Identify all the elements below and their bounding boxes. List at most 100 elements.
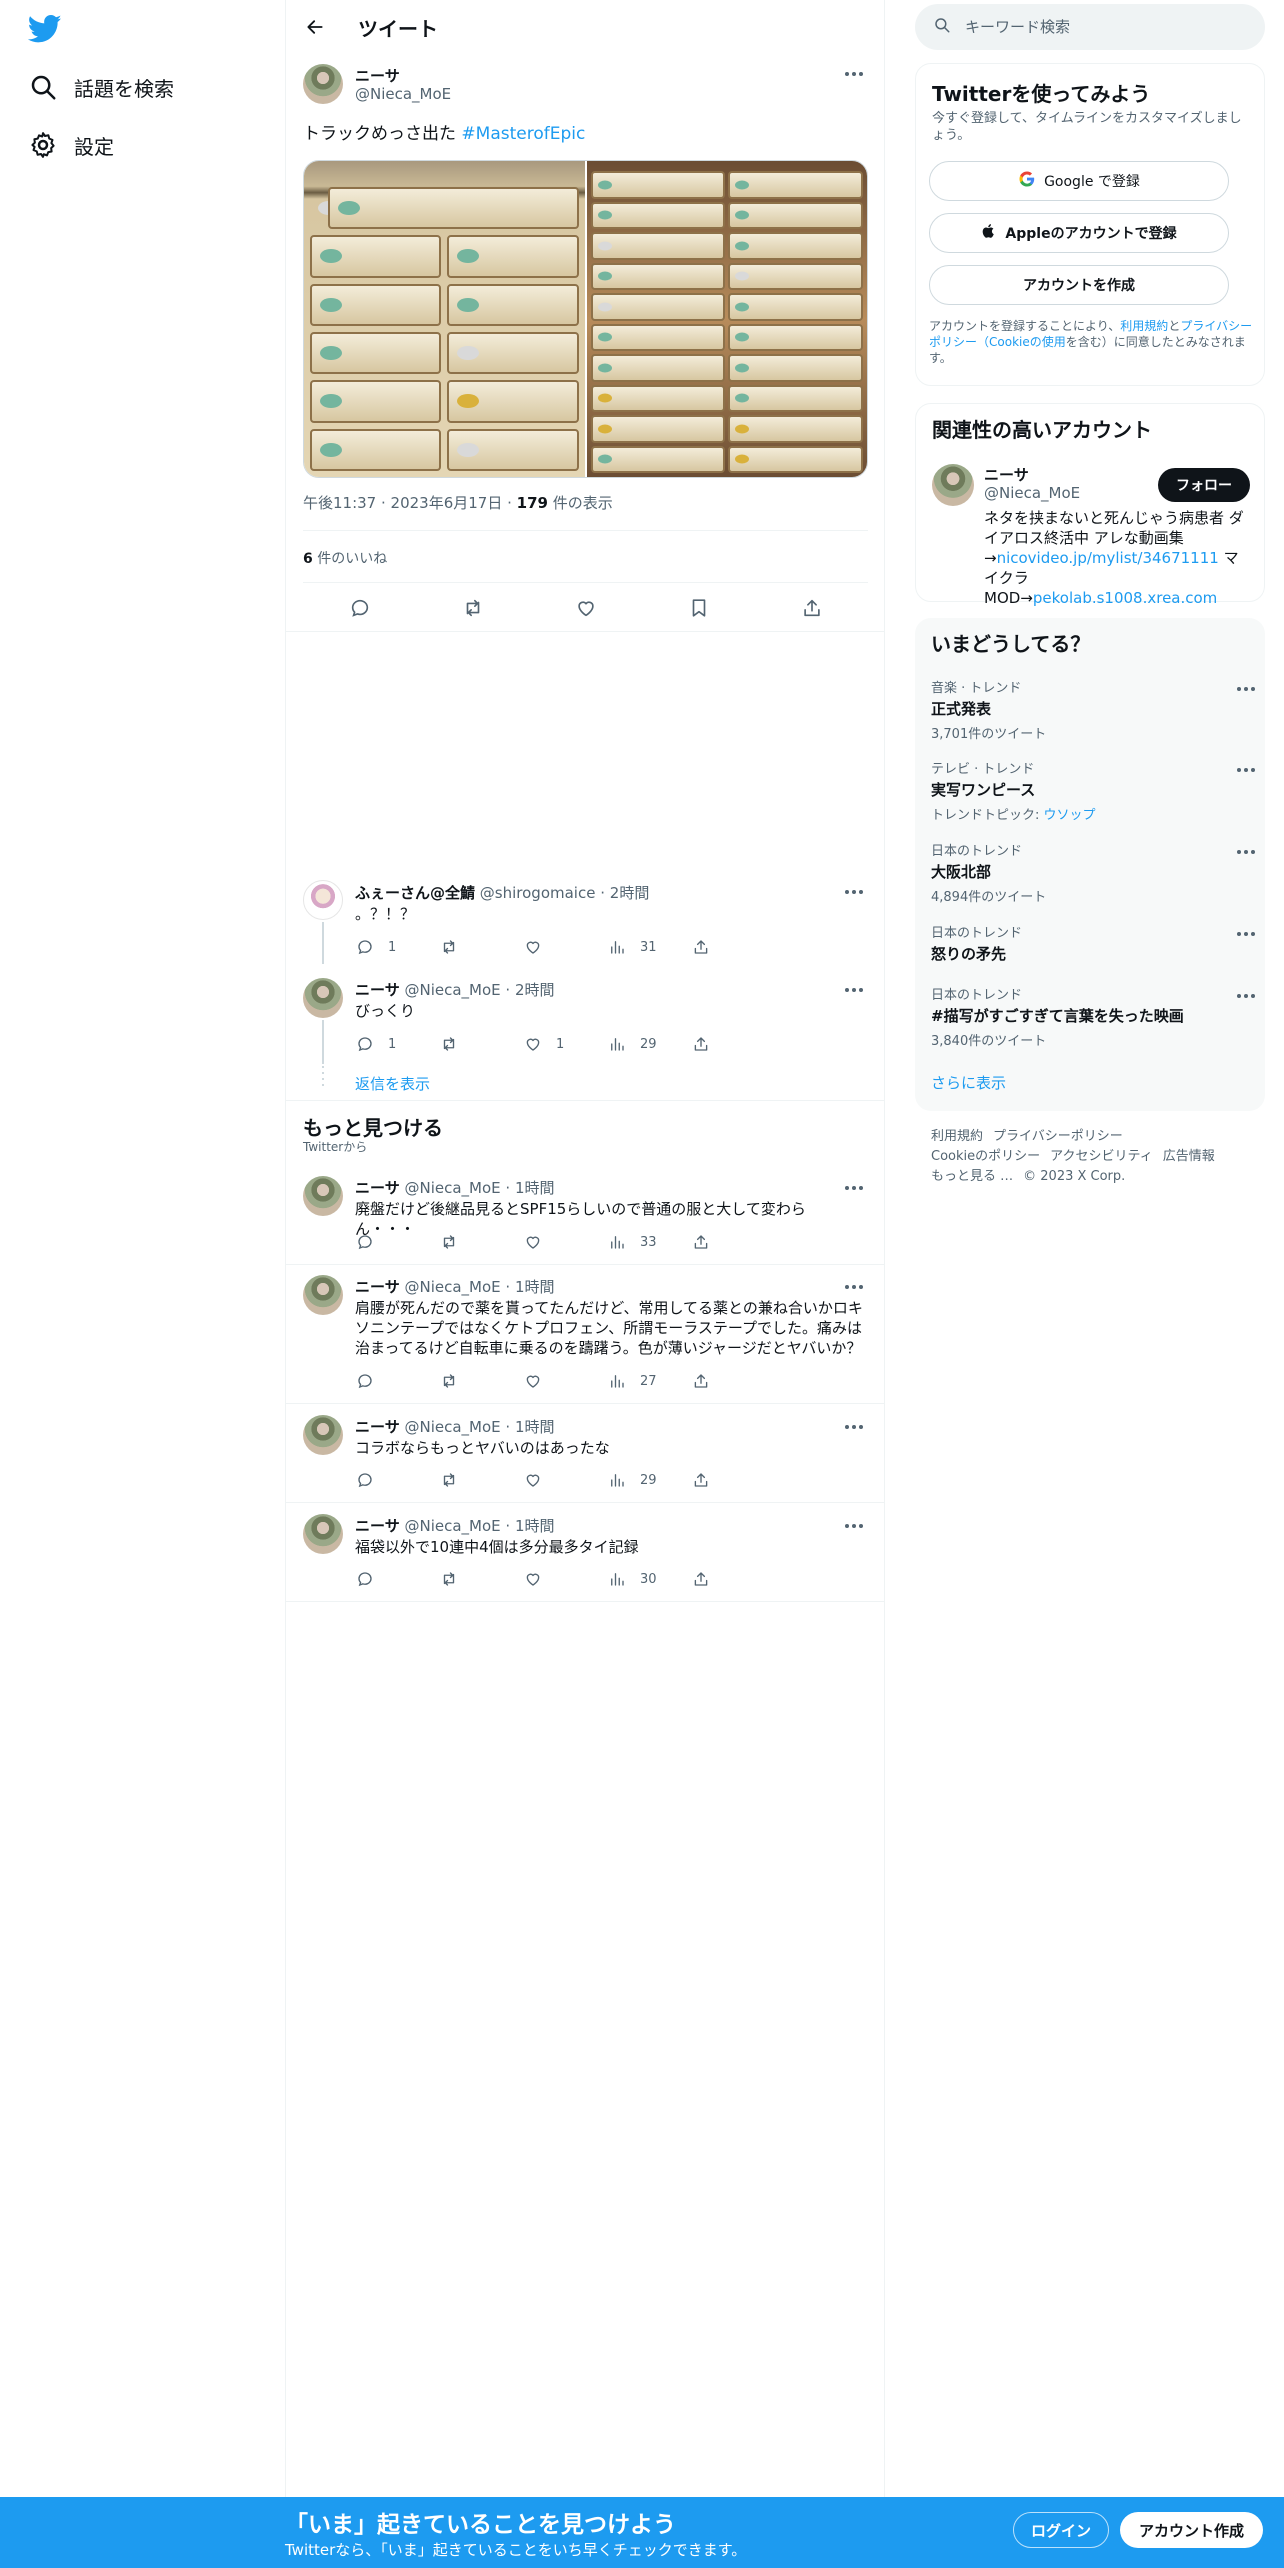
share-icon[interactable] xyxy=(795,591,829,625)
more-options-icon[interactable] xyxy=(839,1417,869,1437)
reply-button[interactable] xyxy=(346,1467,430,1493)
reply-button[interactable]: 1 xyxy=(346,934,430,960)
bio-link[interactable]: nicovideo.jp/mylist/34671111 xyxy=(997,549,1219,567)
avatar[interactable] xyxy=(303,1514,343,1554)
retweet-button[interactable] xyxy=(430,1467,514,1493)
tweet-author-handle[interactable]: @Nieca_MoE xyxy=(404,1278,500,1296)
tweet-date[interactable]: 2023年6月17日 xyxy=(391,494,503,512)
share-button[interactable] xyxy=(682,1229,766,1255)
more-options-icon[interactable] xyxy=(1231,924,1261,944)
views-button[interactable]: 29 xyxy=(598,1031,682,1057)
more-options-icon[interactable] xyxy=(839,882,869,902)
author-name[interactable]: ニーサ xyxy=(355,65,400,86)
like-button[interactable] xyxy=(514,1229,598,1255)
google-signup-button[interactable]: Google で登録 xyxy=(929,161,1229,201)
avatar[interactable] xyxy=(303,1275,343,1315)
avatar[interactable] xyxy=(303,1415,343,1455)
retweet-button[interactable] xyxy=(430,934,514,960)
hashtag-link[interactable]: #MasterofEpic xyxy=(461,124,585,144)
views-button[interactable]: 33 xyxy=(598,1229,682,1255)
nav-settings[interactable]: 設定 xyxy=(28,125,114,165)
show-more-link[interactable]: さらに表示 xyxy=(931,1072,1006,1093)
avatar[interactable] xyxy=(303,880,343,920)
reply-button[interactable]: 1 xyxy=(346,1031,430,1057)
like-button[interactable]: 1 xyxy=(514,1031,598,1057)
author-handle[interactable]: @Nieca_MoE xyxy=(355,85,451,103)
footer-link[interactable]: アクセシビリティ xyxy=(1050,1149,1153,1164)
media-image-1[interactable] xyxy=(304,161,585,477)
media-image-2[interactable] xyxy=(586,161,867,477)
tweet-author-name[interactable]: ニーサ xyxy=(355,1418,400,1436)
more-options-icon[interactable] xyxy=(839,1516,869,1536)
apple-signup-button[interactable]: Appleのアカウントで登録 xyxy=(929,213,1229,253)
more-options-icon[interactable] xyxy=(839,64,869,84)
views-button[interactable]: 30 xyxy=(598,1566,682,1592)
follow-button[interactable]: フォロー xyxy=(1158,468,1250,502)
tweet-time[interactable]: 1時間 xyxy=(515,1278,555,1296)
more-options-icon[interactable] xyxy=(839,1178,869,1198)
footer-link[interactable]: プライバシーポリシー xyxy=(993,1129,1123,1144)
more-options-icon[interactable] xyxy=(839,980,869,1000)
related-name[interactable]: ニーサ xyxy=(984,464,1029,485)
retweet-button[interactable] xyxy=(430,1031,514,1057)
more-options-icon[interactable] xyxy=(1231,760,1261,780)
trend-topic-link[interactable]: ウソップ xyxy=(1044,808,1096,823)
like-button[interactable] xyxy=(514,1566,598,1592)
tweet-time[interactable]: 午後11:37 xyxy=(303,494,376,512)
nav-explore[interactable]: 話題を検索 xyxy=(28,67,174,107)
tweet-media[interactable] xyxy=(303,160,868,478)
avatar[interactable] xyxy=(932,464,974,506)
reply-time[interactable]: 2時間 xyxy=(515,981,555,999)
reply-author-name[interactable]: ニーサ xyxy=(355,981,400,999)
reply-button[interactable] xyxy=(346,1368,430,1394)
tweet-author-handle[interactable]: @Nieca_MoE xyxy=(404,1517,500,1535)
more-options-icon[interactable] xyxy=(1231,679,1261,699)
search-input[interactable] xyxy=(965,18,1245,36)
login-button[interactable]: ログイン xyxy=(1013,2512,1109,2548)
trend-item[interactable]: テレビ · トレンド 実写ワンピース トレンドトピック: ウソップ xyxy=(931,758,1255,823)
reply-author-handle[interactable]: @Nieca_MoE xyxy=(404,981,500,999)
search-box[interactable] xyxy=(915,4,1265,50)
related-handle[interactable]: @Nieca_MoE xyxy=(984,484,1080,502)
bookmark-icon[interactable] xyxy=(682,591,716,625)
share-button[interactable] xyxy=(682,1031,766,1057)
reply-button[interactable] xyxy=(346,1566,430,1592)
signup-button[interactable]: アカウント作成 xyxy=(1120,2512,1263,2548)
footer-link[interactable]: 広告情報 xyxy=(1163,1149,1215,1164)
avatar[interactable] xyxy=(303,1176,343,1216)
footer-link[interactable]: Cookieのポリシー xyxy=(931,1149,1040,1164)
trend-item[interactable]: 音楽 · トレンド 正式発表 3,701件のツイート xyxy=(931,677,1255,742)
likes-line[interactable]: 6 件のいいね xyxy=(303,548,387,568)
share-button[interactable] xyxy=(682,1566,766,1592)
more-options-icon[interactable] xyxy=(1231,842,1261,862)
reply-author-handle[interactable]: @shirogomaice xyxy=(480,884,596,902)
share-button[interactable] xyxy=(682,1368,766,1394)
create-account-button[interactable]: アカウントを作成 xyxy=(929,265,1229,305)
tweet-author-handle[interactable]: @Nieca_MoE xyxy=(404,1179,500,1197)
bio-link[interactable]: pekolab.s1008.xrea.com xyxy=(1033,589,1217,607)
avatar[interactable] xyxy=(303,978,343,1018)
trend-item[interactable]: 日本のトレンド 大阪北部 4,894件のツイート xyxy=(931,840,1255,905)
avatar[interactable] xyxy=(303,64,343,104)
show-replies-link[interactable]: 返信を表示 xyxy=(355,1073,430,1094)
twitter-logo-icon[interactable] xyxy=(28,14,62,44)
retweet-button[interactable] xyxy=(430,1368,514,1394)
back-arrow-icon[interactable] xyxy=(300,12,330,42)
tweet-author-name[interactable]: ニーサ xyxy=(355,1179,400,1197)
views-button[interactable]: 31 xyxy=(598,934,682,960)
reply-author-name[interactable]: ふぇーさん@全鯖 xyxy=(355,884,475,902)
retweet-button[interactable] xyxy=(430,1566,514,1592)
trend-item[interactable]: 日本のトレンド 怒りの矛先 xyxy=(931,922,1255,964)
footer-link[interactable]: 利用規約 xyxy=(931,1129,983,1144)
tweet-author-name[interactable]: ニーサ xyxy=(355,1517,400,1535)
tweet-author-name[interactable]: ニーサ xyxy=(355,1278,400,1296)
like-icon[interactable] xyxy=(569,591,603,625)
tweet-time[interactable]: 1時間 xyxy=(515,1179,555,1197)
like-button[interactable] xyxy=(514,1368,598,1394)
reply-time[interactable]: 2時間 xyxy=(610,884,650,902)
footer-link[interactable]: もっと見る … xyxy=(931,1169,1013,1184)
tweet-time[interactable]: 1時間 xyxy=(515,1517,555,1535)
share-button[interactable] xyxy=(682,1467,766,1493)
like-button[interactable] xyxy=(514,1467,598,1493)
more-options-icon[interactable] xyxy=(839,1277,869,1297)
